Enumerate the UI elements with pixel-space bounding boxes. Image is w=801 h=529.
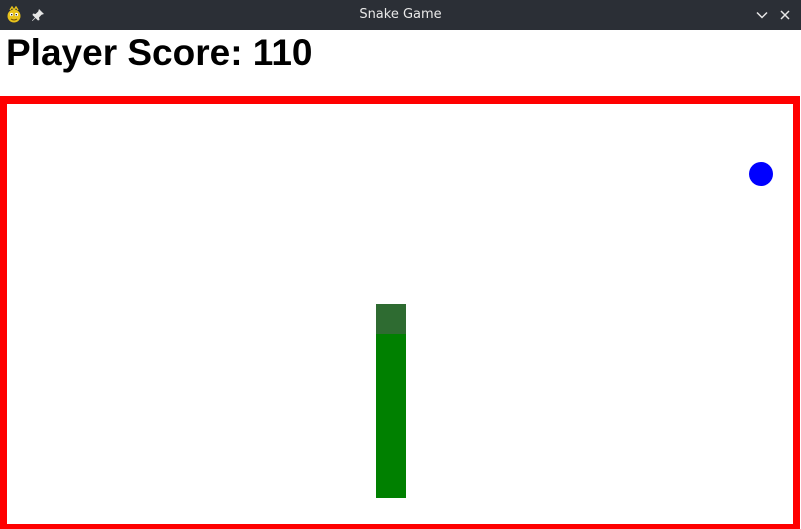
chevron-down-icon[interactable] xyxy=(752,5,772,25)
food-pellet xyxy=(749,162,773,186)
window-titlebar: Snake Game xyxy=(0,0,801,30)
snake-head xyxy=(376,304,406,334)
player-score: Player Score: 110 xyxy=(6,32,313,73)
snake-body xyxy=(376,334,406,498)
close-icon[interactable] xyxy=(775,5,795,25)
score-panel: Player Score: 110 xyxy=(0,30,801,96)
window-title: Snake Game xyxy=(359,7,442,22)
